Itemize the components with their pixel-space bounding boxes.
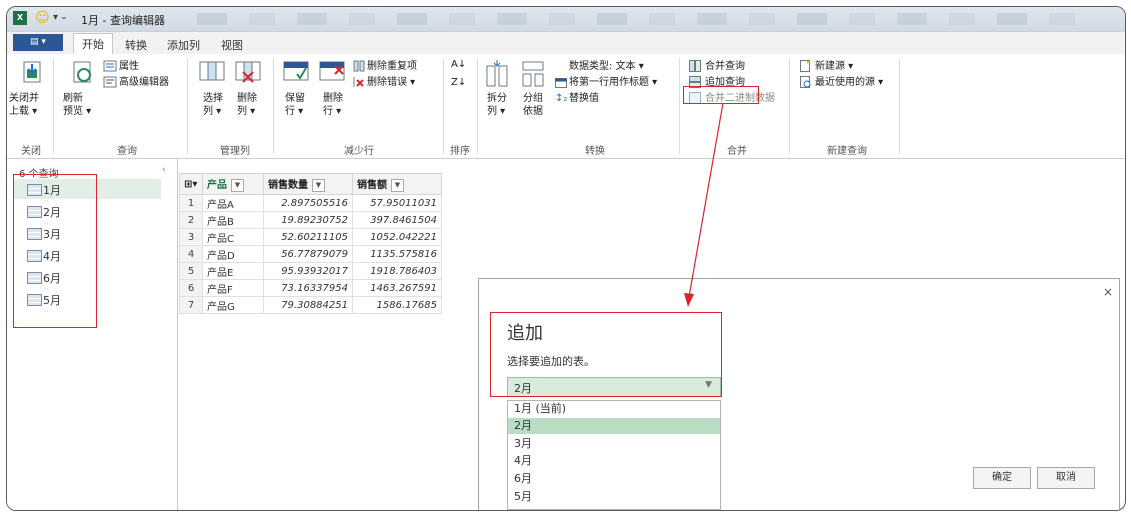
annotation-arrow (684, 102, 724, 307)
app-window: X ☺ ▾ ₌ 1月 - 查询编辑器 ▤ ▾ 开始 转换 添加列 视图 关闭并 … (6, 6, 1126, 511)
